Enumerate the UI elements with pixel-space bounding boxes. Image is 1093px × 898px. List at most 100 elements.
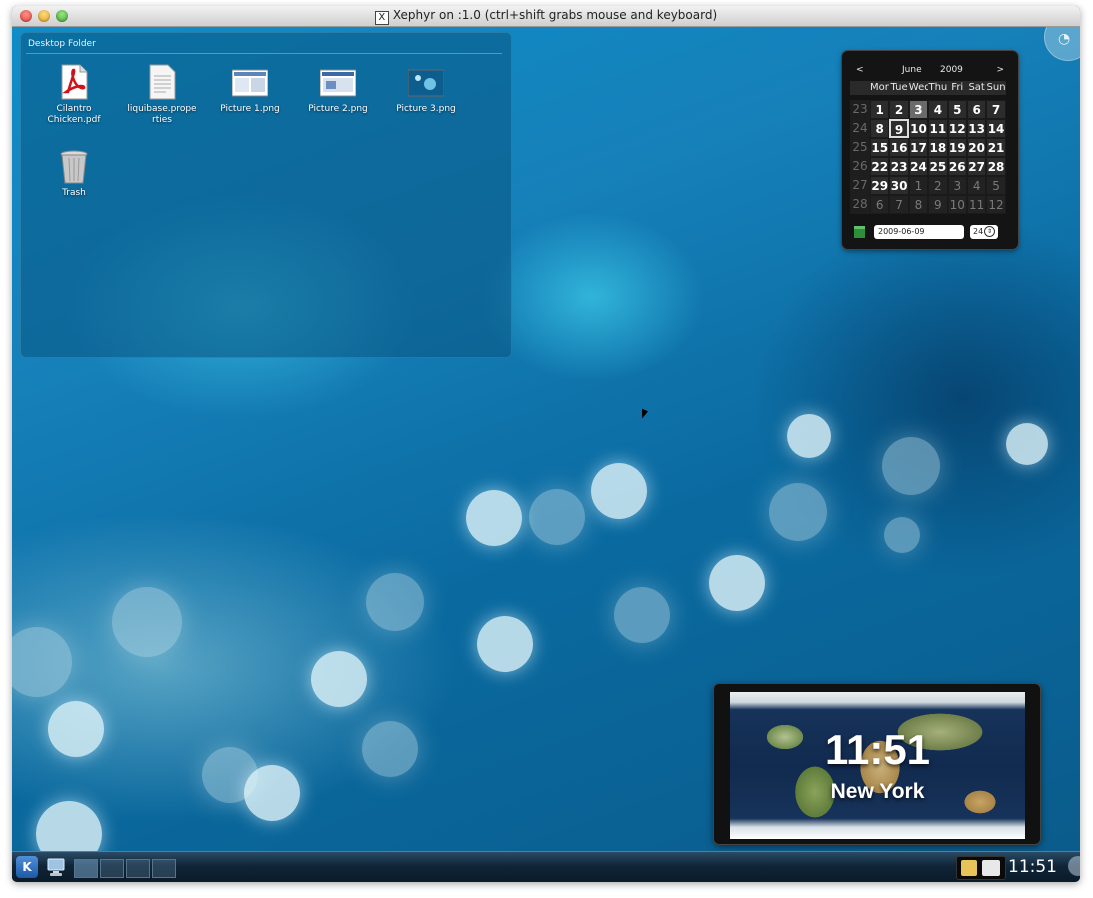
calendar-day[interactable]: 3 <box>947 176 967 195</box>
day-name: Sun <box>986 81 1006 95</box>
week-number: 23 <box>850 100 870 119</box>
calendar-day[interactable]: 2 <box>889 100 909 119</box>
calendar-day[interactable]: 1 <box>908 176 929 195</box>
calendar-day[interactable]: 20 <box>966 138 987 157</box>
calendar-icon[interactable] <box>854 226 865 238</box>
pdf-icon <box>56 64 92 100</box>
title-bar[interactable]: X Xephyr on :1.0 (ctrl+shift grabs mouse … <box>12 6 1080 27</box>
text-file-icon <box>144 64 180 100</box>
calendar-day[interactable]: 19 <box>947 138 967 157</box>
file-picture-1[interactable]: Picture 1.png <box>214 64 286 115</box>
calendar-day[interactable]: 12 <box>986 195 1006 214</box>
wallpaper-bokeh <box>244 765 300 821</box>
prev-month-button[interactable]: < <box>856 65 864 75</box>
next-month-button[interactable]: > <box>996 65 1004 75</box>
file-picture-2[interactable]: Picture 2.png <box>302 64 374 115</box>
trash[interactable]: Trash <box>38 148 110 199</box>
desktop-toolbox-cashew[interactable]: ◔ <box>1044 27 1080 61</box>
calendar-day[interactable]: 21 <box>986 138 1006 157</box>
calendar-day[interactable]: 15 <box>870 138 890 157</box>
image-icon <box>319 64 357 100</box>
calendar-day[interactable]: 9 <box>889 119 909 138</box>
wallpaper-bokeh <box>614 587 670 643</box>
pager-desktop[interactable] <box>74 859 98 878</box>
calendar-day[interactable]: 23 <box>889 157 909 176</box>
calendar-day[interactable]: 8 <box>908 195 929 214</box>
calendar-widget[interactable]: < June 2009 > Mon Tue Wed Thu Fri Sat Sun 23 1 2 3… <box>842 51 1018 249</box>
calendar-day[interactable]: 11 <box>928 119 948 138</box>
desktop-folder-widget[interactable]: Desktop Folder Cilantro Chicken.pdf liqu… <box>20 32 512 358</box>
wallpaper-bokeh <box>366 573 424 631</box>
calendar-day[interactable]: 24 <box>908 157 929 176</box>
calendar-day[interactable]: 25 <box>928 157 948 176</box>
calendar-grid: Mon Tue Wed Thu Fri Sat Sun 23 1 2 3 4 5 6 7 24 8 9 10 11 12… <box>850 81 1006 214</box>
calendar-month[interactable]: June <box>902 65 922 75</box>
panel-toolbox-icon[interactable] <box>1068 856 1080 876</box>
week-number: 24 <box>850 119 870 138</box>
image-icon <box>231 64 269 100</box>
calendar-day[interactable]: 17 <box>908 138 929 157</box>
calendar-day[interactable]: 7 <box>889 195 909 214</box>
file-label: liquibase.properties <box>127 104 197 125</box>
file-label: Cilantro Chicken.pdf <box>47 104 101 125</box>
spin-arrows-icon[interactable]: ⇕ <box>984 226 995 237</box>
clipboard-icon[interactable] <box>961 860 977 876</box>
calendar-day[interactable]: 10 <box>947 195 967 214</box>
desktop-pager[interactable] <box>74 859 176 878</box>
computer-icon[interactable] <box>46 857 66 877</box>
calendar-day[interactable]: 12 <box>947 119 967 138</box>
folder-divider <box>26 53 502 54</box>
xephyr-window: X Xephyr on :1.0 (ctrl+shift grabs mouse … <box>12 6 1080 882</box>
pager-desktop[interactable] <box>100 859 124 878</box>
calendar-day[interactable]: 18 <box>928 138 948 157</box>
calendar-day[interactable]: 3 <box>908 100 929 119</box>
plasma-cashew-icon: ◔ <box>1058 31 1071 47</box>
pager-desktop[interactable] <box>152 859 176 878</box>
week-spinbox[interactable]: 24 ⇕ <box>970 225 998 239</box>
calendar-day[interactable]: 9 <box>928 195 948 214</box>
calendar-footer: 2009-06-09 24 ⇕ <box>852 225 1008 241</box>
world-clock-widget[interactable]: 11:51 New York <box>714 684 1040 844</box>
calendar-day[interactable]: 4 <box>928 100 948 119</box>
calendar-day[interactable]: 2 <box>928 176 948 195</box>
file-label: Picture 2.png <box>308 104 368 114</box>
wallpaper-bokeh <box>769 483 827 541</box>
calendar-year[interactable]: 2009 <box>940 65 963 75</box>
wallpaper-bokeh <box>882 437 940 495</box>
calendar-day[interactable]: 5 <box>947 100 967 119</box>
calendar-day[interactable]: 4 <box>966 176 987 195</box>
world-map: 11:51 New York <box>730 692 1025 839</box>
calendar-day[interactable]: 13 <box>966 119 987 138</box>
pager-desktop[interactable] <box>126 859 150 878</box>
calendar-day[interactable]: 28 <box>986 157 1006 176</box>
calendar-day[interactable]: 16 <box>889 138 909 157</box>
calendar-day[interactable]: 8 <box>870 119 890 138</box>
calendar-day[interactable]: 1 <box>870 100 890 119</box>
image-icon <box>407 64 445 100</box>
day-name: Mon <box>870 81 892 95</box>
calendar-day[interactable]: 27 <box>966 157 987 176</box>
desktop[interactable]: Desktop Folder Cilantro Chicken.pdf liqu… <box>12 27 1080 851</box>
date-input[interactable]: 2009-06-09 <box>874 225 964 239</box>
calendar-day[interactable]: 30 <box>889 176 909 195</box>
file-liquibase-properties[interactable]: liquibase.properties <box>126 64 198 126</box>
calendar-day[interactable]: 5 <box>986 176 1006 195</box>
calendar-day[interactable]: 6 <box>870 195 890 214</box>
calendar-day[interactable]: 14 <box>986 119 1006 138</box>
notification-icon[interactable] <box>982 860 1000 876</box>
file-label: Trash <box>62 188 86 198</box>
file-picture-3[interactable]: Picture 3.png <box>390 64 462 115</box>
week-number: 25 <box>850 138 870 157</box>
calendar-day[interactable]: 11 <box>966 195 987 214</box>
calendar-day[interactable]: 22 <box>870 157 890 176</box>
kde-menu-button[interactable]: K <box>16 856 38 878</box>
calendar-day[interactable]: 6 <box>966 100 987 119</box>
panel-clock[interactable]: 11:51 <box>1008 857 1057 877</box>
file-cilantro-chicken[interactable]: Cilantro Chicken.pdf <box>38 64 110 126</box>
calendar-day[interactable]: 7 <box>986 100 1006 119</box>
system-tray[interactable] <box>956 856 1006 880</box>
day-name: Tue <box>889 81 909 95</box>
calendar-day[interactable]: 26 <box>947 157 967 176</box>
calendar-day[interactable]: 29 <box>870 176 890 195</box>
calendar-day[interactable]: 10 <box>908 119 929 138</box>
